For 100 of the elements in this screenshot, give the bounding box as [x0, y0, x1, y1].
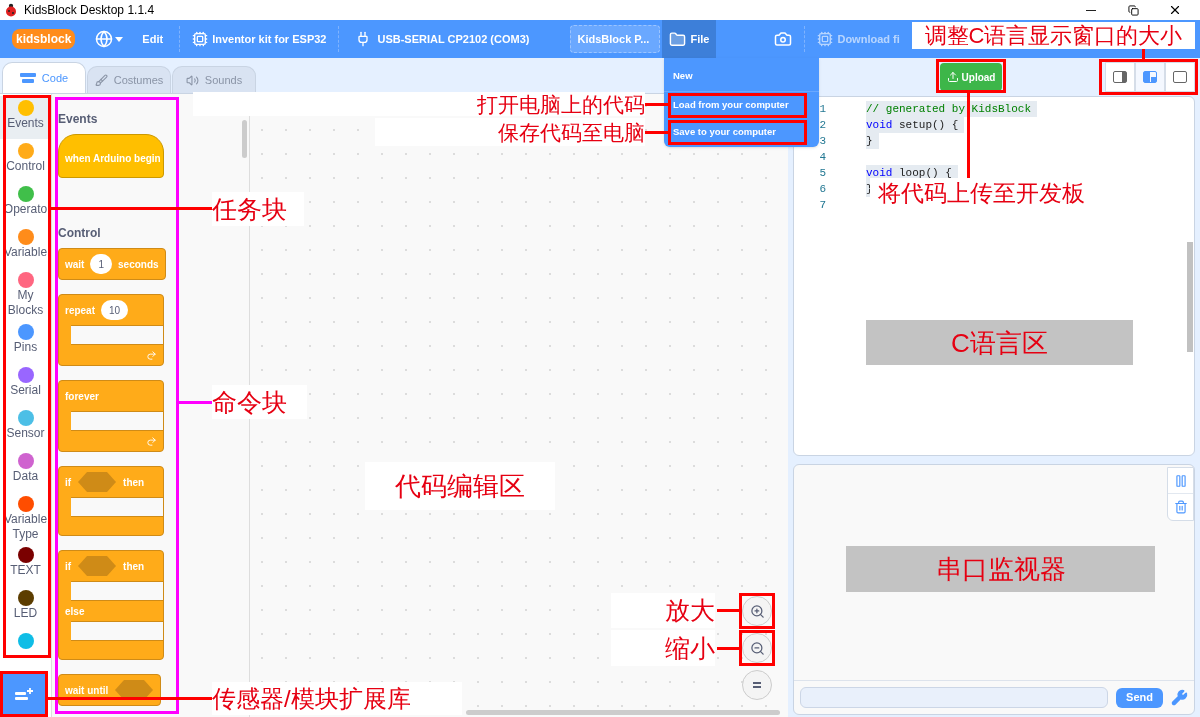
annotation-label: 打开电脑上的代码 — [193, 92, 645, 116]
menu-item[interactable]: New — [668, 64, 807, 89]
loop-arrow-icon — [146, 435, 157, 447]
line-number: 3 — [818, 133, 826, 149]
block-label: if — [65, 559, 72, 574]
file-menu[interactable]: File — [662, 20, 717, 58]
layout-button[interactable] — [1135, 62, 1165, 92]
caret-icon — [115, 36, 124, 42]
wrench-icon[interactable] — [1171, 689, 1188, 706]
category-item[interactable]: LED — [0, 586, 51, 629]
if-else-block[interactable]: if then else — [58, 550, 164, 660]
zoom-in-button[interactable] — [742, 596, 772, 626]
annotation-label: 代码编辑区 — [365, 462, 555, 510]
code-token: // generated by KidsBlock — [866, 101, 1032, 117]
leader-line — [717, 609, 739, 612]
app-logo[interactable]: kidsblock — [12, 29, 76, 49]
number-input[interactable]: 10 — [101, 300, 129, 320]
category-item[interactable]: TEXT — [0, 543, 51, 586]
brush-icon — [94, 73, 108, 87]
pause-icon — [1173, 473, 1188, 488]
loop-arrow-icon — [146, 349, 157, 361]
category-item[interactable]: Control — [0, 139, 51, 182]
minimize-icon — [1086, 9, 1096, 11]
category-item[interactable]: Sensor — [0, 405, 51, 449]
editor-tab[interactable]: Costumes — [87, 66, 171, 93]
chip-icon — [192, 31, 209, 47]
menu-item[interactable]: Save to your computer — [668, 119, 807, 146]
block-label: wait — [65, 257, 85, 272]
folder-icon — [669, 30, 687, 48]
menu-item[interactable]: Load from your computer — [668, 92, 807, 118]
layout-button[interactable] — [1105, 62, 1135, 92]
section-title: Control — [58, 226, 102, 240]
speaker-icon — [185, 73, 199, 87]
editor-tab[interactable]: Code — [2, 62, 86, 93]
upload-button[interactable]: Upload — [940, 63, 1002, 91]
layout-button[interactable] — [1165, 62, 1195, 92]
close-icon — [1168, 3, 1182, 17]
device-button[interactable]: Inventor kit for ESP32 — [192, 30, 327, 48]
code-token: void — [866, 165, 893, 181]
language-button[interactable] — [95, 30, 124, 48]
command-block[interactable]: wait until — [58, 674, 162, 706]
category-item[interactable]: Pins — [0, 319, 51, 363]
annotation-label: 保存代码至电脑 — [375, 118, 645, 146]
code-token: loop() { — [898, 165, 952, 181]
equals-icon — [752, 681, 762, 689]
zoom-out-icon — [749, 640, 765, 656]
annotation-label: 串口监视器 — [846, 546, 1155, 592]
loop-block[interactable]: forever — [58, 380, 164, 452]
restore-icon — [1127, 4, 1139, 16]
if-block[interactable]: if then — [58, 466, 164, 536]
highlight-frame — [739, 630, 775, 666]
line-number: 5 — [818, 165, 826, 181]
edit-menu[interactable]: Edit — [138, 30, 168, 48]
chip-icon — [817, 31, 834, 47]
block-label: forever — [65, 389, 99, 404]
category-item[interactable]: Variable Type — [0, 491, 51, 543]
loop-block[interactable]: repeat 10 — [58, 294, 164, 366]
serial-input[interactable] — [800, 687, 1109, 708]
code-token: setup() { — [898, 117, 959, 133]
block-label: seconds — [118, 257, 159, 272]
line-number: 7 — [818, 197, 826, 213]
code-token: } — [866, 133, 873, 149]
leader-line — [717, 647, 739, 650]
globe-icon — [95, 30, 114, 48]
hat-block[interactable]: when Arduino begin — [58, 134, 164, 178]
leader-line — [179, 401, 212, 404]
line-number: 2 — [818, 117, 826, 133]
annotation-label: 缩小 — [611, 630, 715, 666]
number-input[interactable]: 1 — [90, 254, 112, 274]
line-number: 6 — [818, 181, 826, 197]
scrollbar[interactable] — [242, 120, 247, 158]
category-item[interactable]: Variable — [0, 225, 51, 268]
zoom-out-button[interactable] — [742, 633, 772, 663]
annotation-label: 命令块 — [212, 385, 307, 419]
camera-button[interactable] — [774, 30, 793, 48]
blocks-icon — [19, 72, 36, 84]
project-title-field[interactable]: KidsBlock P... — [570, 25, 661, 53]
category-item[interactable]: Data — [0, 448, 51, 492]
section-title: Events — [58, 112, 99, 126]
category-item[interactable]: Serial — [0, 362, 51, 406]
scrollbar[interactable] — [466, 710, 780, 715]
annotation-label: 调整C语言显示窗口的大小 — [912, 22, 1195, 49]
category-item[interactable]: My Blocks — [0, 268, 51, 320]
block-label: repeat — [65, 303, 95, 318]
block-label: if — [65, 475, 72, 490]
annotation-label: 传感器/模块扩展库 — [212, 682, 462, 715]
extension-icon — [14, 686, 34, 703]
command-block[interactable]: wait 1 seconds — [58, 248, 166, 280]
reset-zoom-button[interactable] — [742, 670, 772, 700]
boolean-slot[interactable] — [77, 471, 118, 493]
send-button[interactable]: Send — [1116, 687, 1163, 708]
editor-tab[interactable]: Sounds — [172, 66, 256, 93]
port-button[interactable]: USB-SERIAL CP2102 (COM3) — [355, 30, 530, 48]
line-number: 1 — [818, 101, 826, 117]
boolean-slot[interactable] — [77, 555, 118, 577]
zoom-in-icon — [749, 603, 765, 619]
leader-line — [645, 131, 668, 134]
upload-icon — [946, 71, 959, 83]
scrollbar[interactable] — [1187, 242, 1193, 352]
highlight-frame — [0, 671, 48, 717]
